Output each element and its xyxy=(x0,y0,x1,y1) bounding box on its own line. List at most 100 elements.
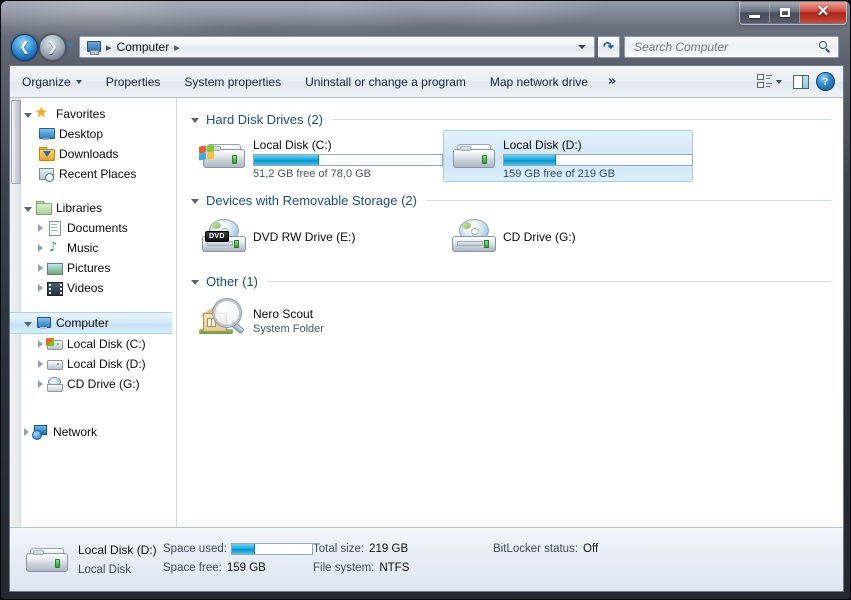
drive-name: CD Drive (G:) xyxy=(503,230,576,244)
expand-triangle-icon[interactable] xyxy=(38,340,43,348)
breadcrumb-separator-icon[interactable]: ▸ xyxy=(174,41,180,54)
details-space-free-row: Space free: 159 GB xyxy=(163,562,313,574)
expand-triangle-icon[interactable] xyxy=(38,284,43,292)
minimize-icon xyxy=(749,14,760,18)
sidebar-section-libraries[interactable]: Libraries xyxy=(21,198,176,218)
details-total-size-row: Total size: 219 GB xyxy=(313,543,493,555)
network-icon xyxy=(32,424,48,440)
sidebar-item-recent-places[interactable]: Recent Places xyxy=(21,164,176,184)
sidebar-item-music[interactable]: ♪ Music xyxy=(21,238,176,258)
sidebar-item-desktop[interactable]: Desktop xyxy=(21,124,176,144)
hard-drive-icon xyxy=(449,135,497,179)
dvd-badge: DVD xyxy=(205,231,229,242)
details-size-column: Total size: 219 GB File system: NTFS xyxy=(313,543,493,574)
collapse-triangle-icon[interactable] xyxy=(24,112,32,118)
organize-menu-button[interactable]: Organize xyxy=(10,69,94,94)
scrollbar-thumb[interactable] xyxy=(11,100,21,184)
hard-drive-windows-icon xyxy=(199,135,247,179)
sidebar-item-videos[interactable]: Videos xyxy=(21,278,176,298)
downloads-folder-icon xyxy=(38,146,55,162)
minimize-button[interactable] xyxy=(740,2,770,23)
file-list-view[interactable]: Hard Disk Drives (2) Local Disk (C:) 51,… xyxy=(177,98,843,527)
breadcrumb-computer[interactable]: Computer xyxy=(117,40,170,54)
collapse-triangle-icon[interactable] xyxy=(191,198,199,204)
drive-tile-dvd-rw-e[interactable]: DVD DVD RW Drive (E:) xyxy=(193,211,443,263)
expand-triangle-icon[interactable] xyxy=(38,224,43,232)
system-properties-button[interactable]: System properties xyxy=(172,69,293,94)
bitlocker-label: BitLocker status: xyxy=(493,542,579,555)
expand-triangle-icon[interactable] xyxy=(38,360,43,368)
sidebar-item-local-disk-c[interactable]: Local Disk (C:) xyxy=(21,334,176,354)
bitlocker-value: Off xyxy=(583,542,599,555)
total-size-label: Total size: xyxy=(313,542,365,555)
navigation-row: ❮ ❯ ▸ Computer ▸ ↷ xyxy=(1,32,850,62)
drive-name: DVD RW Drive (E:) xyxy=(253,230,356,244)
collapse-triangle-icon[interactable] xyxy=(191,279,199,285)
space-free-label: Space free: xyxy=(163,561,222,574)
sidebar-label-computer: Computer xyxy=(56,316,109,330)
sidebar-section-computer[interactable]: Computer xyxy=(10,312,172,334)
search-box[interactable] xyxy=(624,36,839,58)
change-view-button[interactable] xyxy=(752,71,787,92)
breadcrumb-separator-icon: ▸ xyxy=(106,40,112,54)
back-button[interactable]: ❮ xyxy=(11,34,38,61)
recent-pages-chevron-icon[interactable] xyxy=(66,43,74,47)
sidebar-item-documents[interactable]: Documents xyxy=(21,218,176,238)
sidebar-label-network: Network xyxy=(53,425,98,439)
uninstall-or-change-program-button[interactable]: Uninstall or change a program xyxy=(293,69,478,94)
cd-drive-icon xyxy=(46,376,63,392)
documents-icon xyxy=(46,220,62,236)
sidebar-item-cd-drive-g[interactable]: CD Drive (G:) xyxy=(21,374,176,394)
sidebar-label-favorites: Favorites xyxy=(56,107,106,121)
preview-pane-icon xyxy=(792,74,809,89)
sidebar-item-pictures[interactable]: Pictures xyxy=(21,258,176,278)
title-bar: ✕ xyxy=(1,1,850,29)
close-button[interactable]: ✕ xyxy=(800,2,846,23)
capacity-bar-fill xyxy=(254,155,319,165)
collapse-triangle-icon[interactable] xyxy=(191,117,199,123)
expand-triangle-icon[interactable] xyxy=(38,264,43,272)
details-space-column: Space used: Space free: 159 GB xyxy=(163,542,313,574)
collapse-triangle-icon[interactable] xyxy=(24,321,32,327)
preview-pane-button[interactable] xyxy=(789,70,812,93)
expand-triangle-icon[interactable] xyxy=(24,428,29,436)
forward-button[interactable]: ❯ xyxy=(39,34,66,61)
group-header[interactable]: Other (1) xyxy=(187,270,843,292)
sidebar-item-local-disk-d[interactable]: Local Disk (D:) xyxy=(21,354,176,374)
properties-button[interactable]: Properties xyxy=(94,69,173,94)
space-used-bar xyxy=(230,542,313,555)
group-header[interactable]: Devices with Removable Storage (2) xyxy=(187,189,843,211)
sidebar-section-network[interactable]: Network xyxy=(21,422,176,442)
help-icon: ? xyxy=(816,72,835,91)
refresh-button[interactable]: ↷ xyxy=(598,36,620,58)
help-button[interactable]: ? xyxy=(814,70,837,93)
drive-free-space: 51,2 GB free of 78,0 GB xyxy=(253,168,372,180)
sidebar-label-documents: Documents xyxy=(67,221,128,235)
drive-tile-local-disk-d[interactable]: Local Disk (D:) 159 GB free of 219 GB xyxy=(443,130,693,182)
collapse-triangle-icon[interactable] xyxy=(24,206,32,212)
hard-drive-icon xyxy=(22,539,70,581)
chevron-down-icon xyxy=(75,79,82,84)
search-input[interactable] xyxy=(632,39,808,55)
map-network-drive-button[interactable]: Map network drive xyxy=(478,69,600,94)
maximize-button[interactable] xyxy=(770,2,800,23)
sidebar-label-videos: Videos xyxy=(67,281,104,295)
expand-triangle-icon[interactable] xyxy=(38,244,43,252)
toolbar-overflow-button[interactable]: » xyxy=(600,74,624,89)
group-header[interactable]: Hard Disk Drives (2) xyxy=(187,108,843,130)
drive-tile-local-disk-c[interactable]: Local Disk (C:) 51,2 GB free of 78,0 GB xyxy=(193,130,443,182)
address-dropdown-chevron-icon[interactable] xyxy=(578,45,586,49)
command-bar: Organize Properties System properties Un… xyxy=(10,66,843,98)
details-bitlocker-row: BitLocker status: Off xyxy=(493,543,683,555)
details-file-system-row: File system: NTFS xyxy=(313,562,493,574)
group-hard-disk-drives: Hard Disk Drives (2) Local Disk (C:) 51,… xyxy=(187,108,843,186)
sidebar-section-favorites[interactable]: ★ Favorites xyxy=(21,104,176,124)
item-tile-nero-scout[interactable]: Nero Scout System Folder xyxy=(193,292,443,344)
drive-tile-cd-drive-g[interactable]: CD Drive (G:) xyxy=(443,211,693,263)
sidebar-item-downloads[interactable]: Downloads xyxy=(21,144,176,164)
expand-triangle-icon[interactable] xyxy=(38,380,43,388)
tile-text: Local Disk (D:) 159 GB free of 219 GB xyxy=(503,135,693,180)
group-title: Devices with Removable Storage (2) xyxy=(206,192,417,208)
address-bar[interactable]: ▸ Computer ▸ xyxy=(79,36,595,58)
system-properties-label: System properties xyxy=(184,74,282,89)
